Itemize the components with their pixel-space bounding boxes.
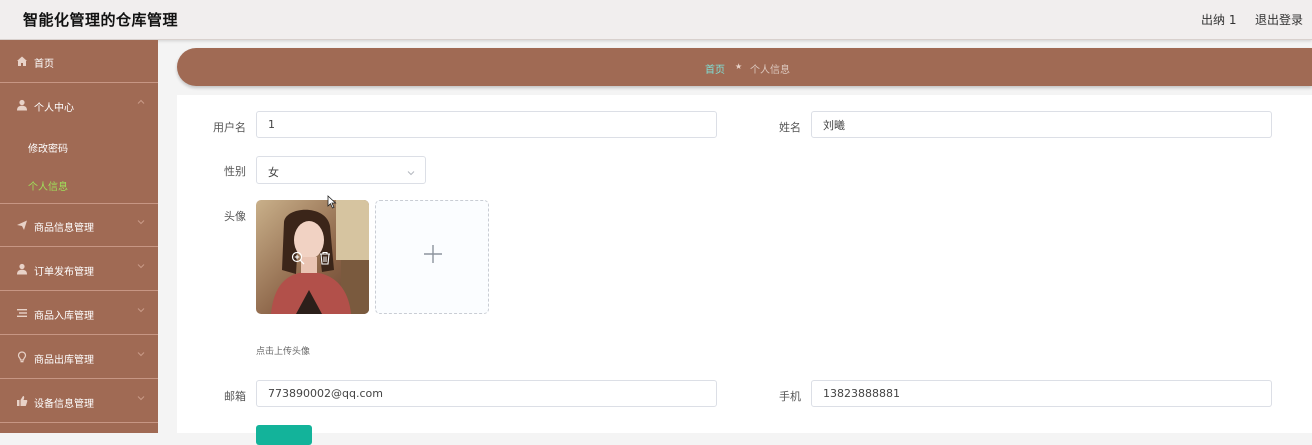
chevron-down-icon [137,306,145,314]
app-title: 智能化管理的仓库管理 [23,11,179,29]
send-icon [16,219,28,231]
sidebar-item-home[interactable]: 首页 [0,40,158,83]
phone-field[interactable] [811,380,1272,407]
username-field[interactable] [256,111,717,138]
chevron-down-icon [137,262,145,270]
top-header: 智能化管理的仓库管理 出纳 1 退出登录 [0,0,1312,40]
plus-icon [423,244,443,268]
delete-icon[interactable] [319,250,331,269]
gender-select-value: 女 [268,166,279,179]
chevron-down-icon [137,394,145,402]
bulb-icon [16,351,28,363]
sidebar-item-label: 个人中心 [34,103,74,114]
sidebar: 首页 个人中心 修改密码 个人信息 商品信息管理 订单发布管理 商品入库管理 商… [0,40,158,433]
sidebar-item-label: 商品信息管理 [34,223,94,234]
sidebar-item-order-publish[interactable]: 订单发布管理 [0,248,158,291]
username-label: 用户名 [213,121,246,134]
name-field[interactable] [811,111,1272,138]
gender-label: 性别 [224,165,246,178]
email-label: 邮箱 [224,390,246,403]
sidebar-item-stock-out[interactable]: 商品出库管理 [0,336,158,379]
sidebar-item-label: 商品入库管理 [34,311,94,322]
breadcrumb-home[interactable]: 首页 [705,61,725,76]
user-icon [16,263,28,275]
zoom-in-icon[interactable] [291,250,305,269]
avatar-upload-tip: 点击上传头像 [256,347,311,357]
sidebar-subitem-change-password[interactable]: 修改密码 [0,127,158,165]
user-icon [16,99,28,111]
sidebar-item-label: 商品出库管理 [34,355,94,366]
sidebar-subitem-label: 个人信息 [28,182,68,193]
sidebar-item-stock-in[interactable]: 商品入库管理 [0,292,158,335]
mouse-cursor-icon [327,194,337,213]
current-user: 出纳 1 [1201,13,1237,27]
home-icon [16,55,28,67]
breadcrumb-separator-icon: ★ [735,62,743,71]
sidebar-item-label: 订单发布管理 [34,267,94,278]
sidebar-item-product-info[interactable]: 商品信息管理 [0,204,158,247]
name-label: 姓名 [779,121,801,134]
avatar-image[interactable] [256,200,369,314]
breadcrumb: 首页 ★ 个人信息 [177,48,1312,86]
avatar-label: 头像 [224,210,246,223]
email-field[interactable] [256,380,717,407]
breadcrumb-current: 个人信息 [750,65,790,76]
chevron-down-icon [137,350,145,358]
avatar-upload-box[interactable] [375,200,489,314]
sidebar-item-label: 设备信息管理 [34,399,94,410]
logout-link[interactable]: 退出登录 [1255,11,1303,28]
sidebar-subitem-label: 修改密码 [28,144,68,155]
sidebar-item-personal-center[interactable]: 个人中心 [0,84,158,127]
gender-select[interactable]: 女 [256,156,426,184]
sidebar-subitem-personal-info[interactable]: 个人信息 [0,165,158,204]
submit-button[interactable] [256,425,312,445]
chevron-down-icon [137,218,145,226]
phone-label: 手机 [779,390,801,403]
sidebar-item-equipment-info[interactable]: 设备信息管理 [0,380,158,423]
thumb-icon [16,395,28,407]
list-icon [16,307,28,319]
chevron-down-icon [407,167,415,176]
chevron-up-icon [137,98,145,106]
sidebar-item-label: 首页 [34,59,54,70]
